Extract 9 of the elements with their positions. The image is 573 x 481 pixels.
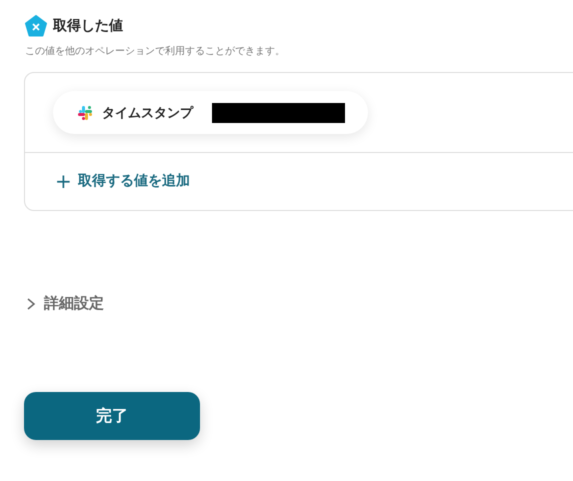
pentagon-icon [25,15,47,37]
value-label: タイムスタンプ [102,104,193,122]
add-value-button[interactable]: + 取得する値を追加 [55,171,190,191]
done-button[interactable]: 完了 [24,392,200,440]
hash-logo-icon [77,104,93,120]
details-toggle[interactable]: 詳細設定 [26,294,104,313]
section-description: この値を他のオペレーションで利用することができます。 [24,44,286,58]
section-title: 取得した値 [53,17,123,35]
value-chip[interactable]: タイムスタンプ [53,91,368,134]
